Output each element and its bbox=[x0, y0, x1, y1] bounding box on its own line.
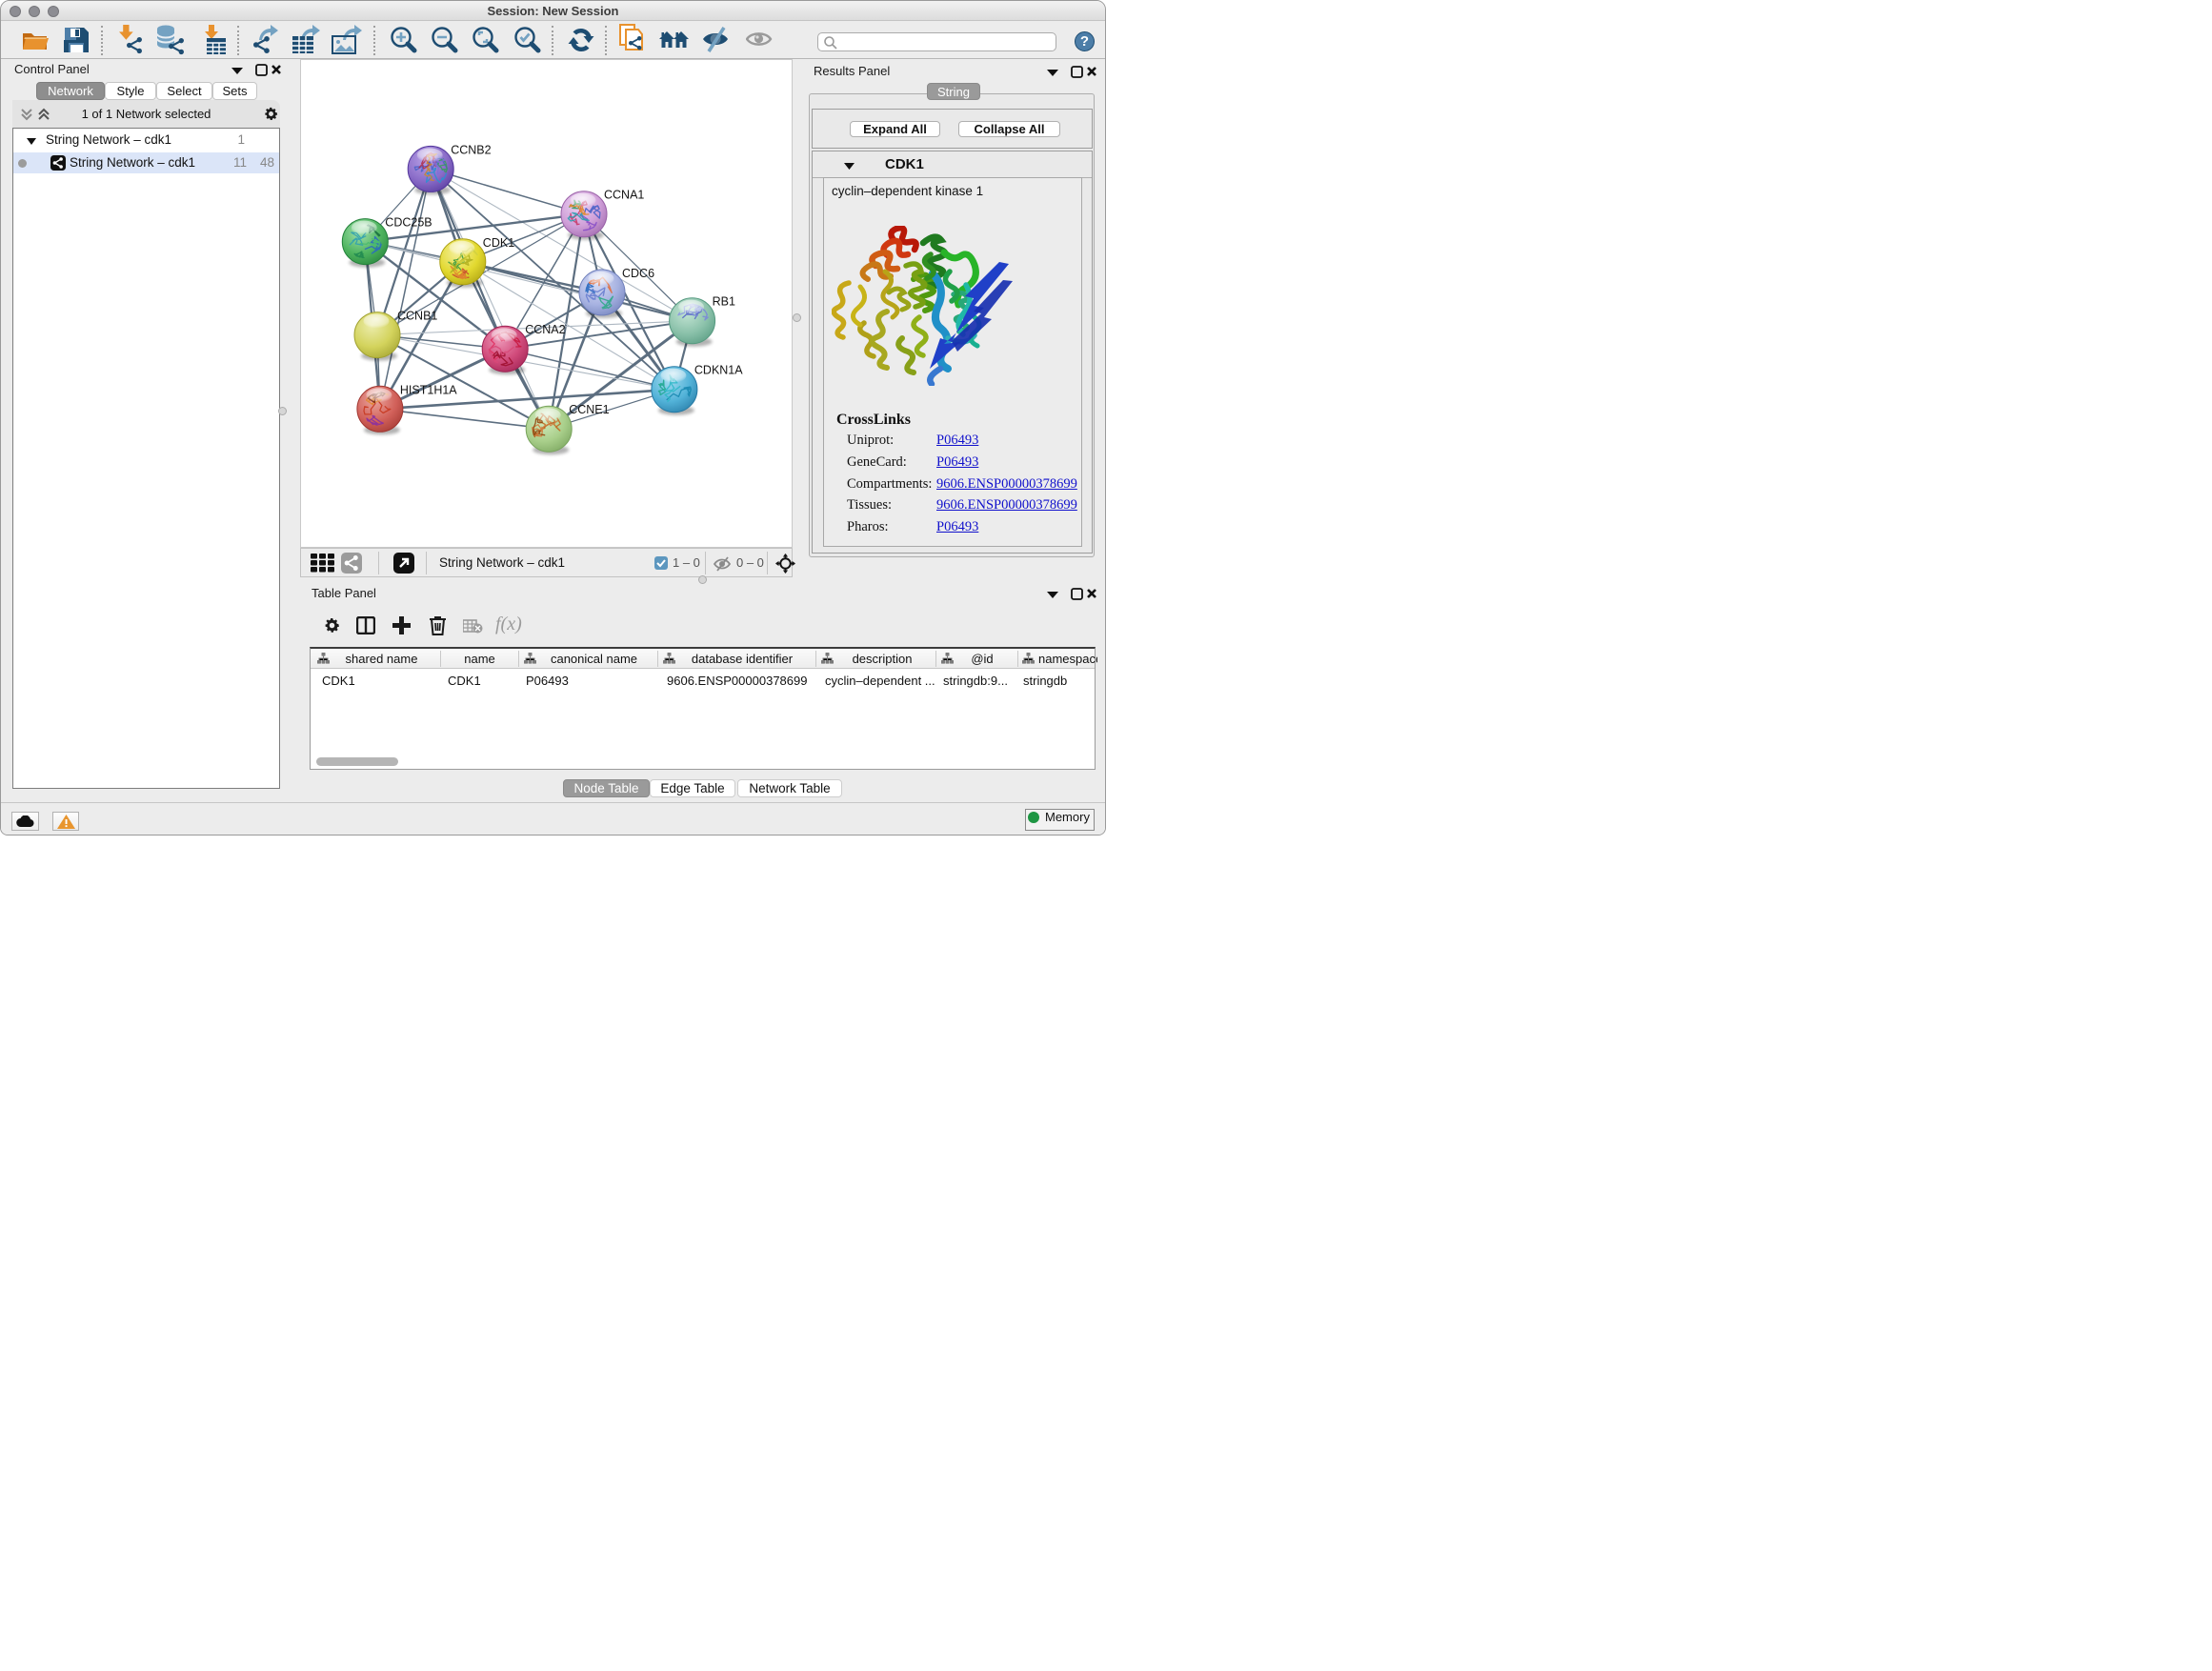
svg-text:CCNB2: CCNB2 bbox=[451, 143, 491, 156]
svg-text:CDK1: CDK1 bbox=[483, 236, 514, 250]
svg-text:HIST1H1A: HIST1H1A bbox=[400, 383, 457, 396]
svg-text:CCNB1: CCNB1 bbox=[397, 310, 437, 323]
svg-text:CDC6: CDC6 bbox=[622, 267, 654, 280]
svg-text:CDKN1A: CDKN1A bbox=[694, 364, 743, 377]
svg-text:CCNE1: CCNE1 bbox=[569, 403, 609, 416]
svg-text:RB1: RB1 bbox=[713, 295, 735, 309]
svg-text:CCNA1: CCNA1 bbox=[604, 189, 644, 202]
svg-text:CCNA2: CCNA2 bbox=[525, 323, 565, 336]
svg-text:CDC25B: CDC25B bbox=[385, 216, 432, 230]
